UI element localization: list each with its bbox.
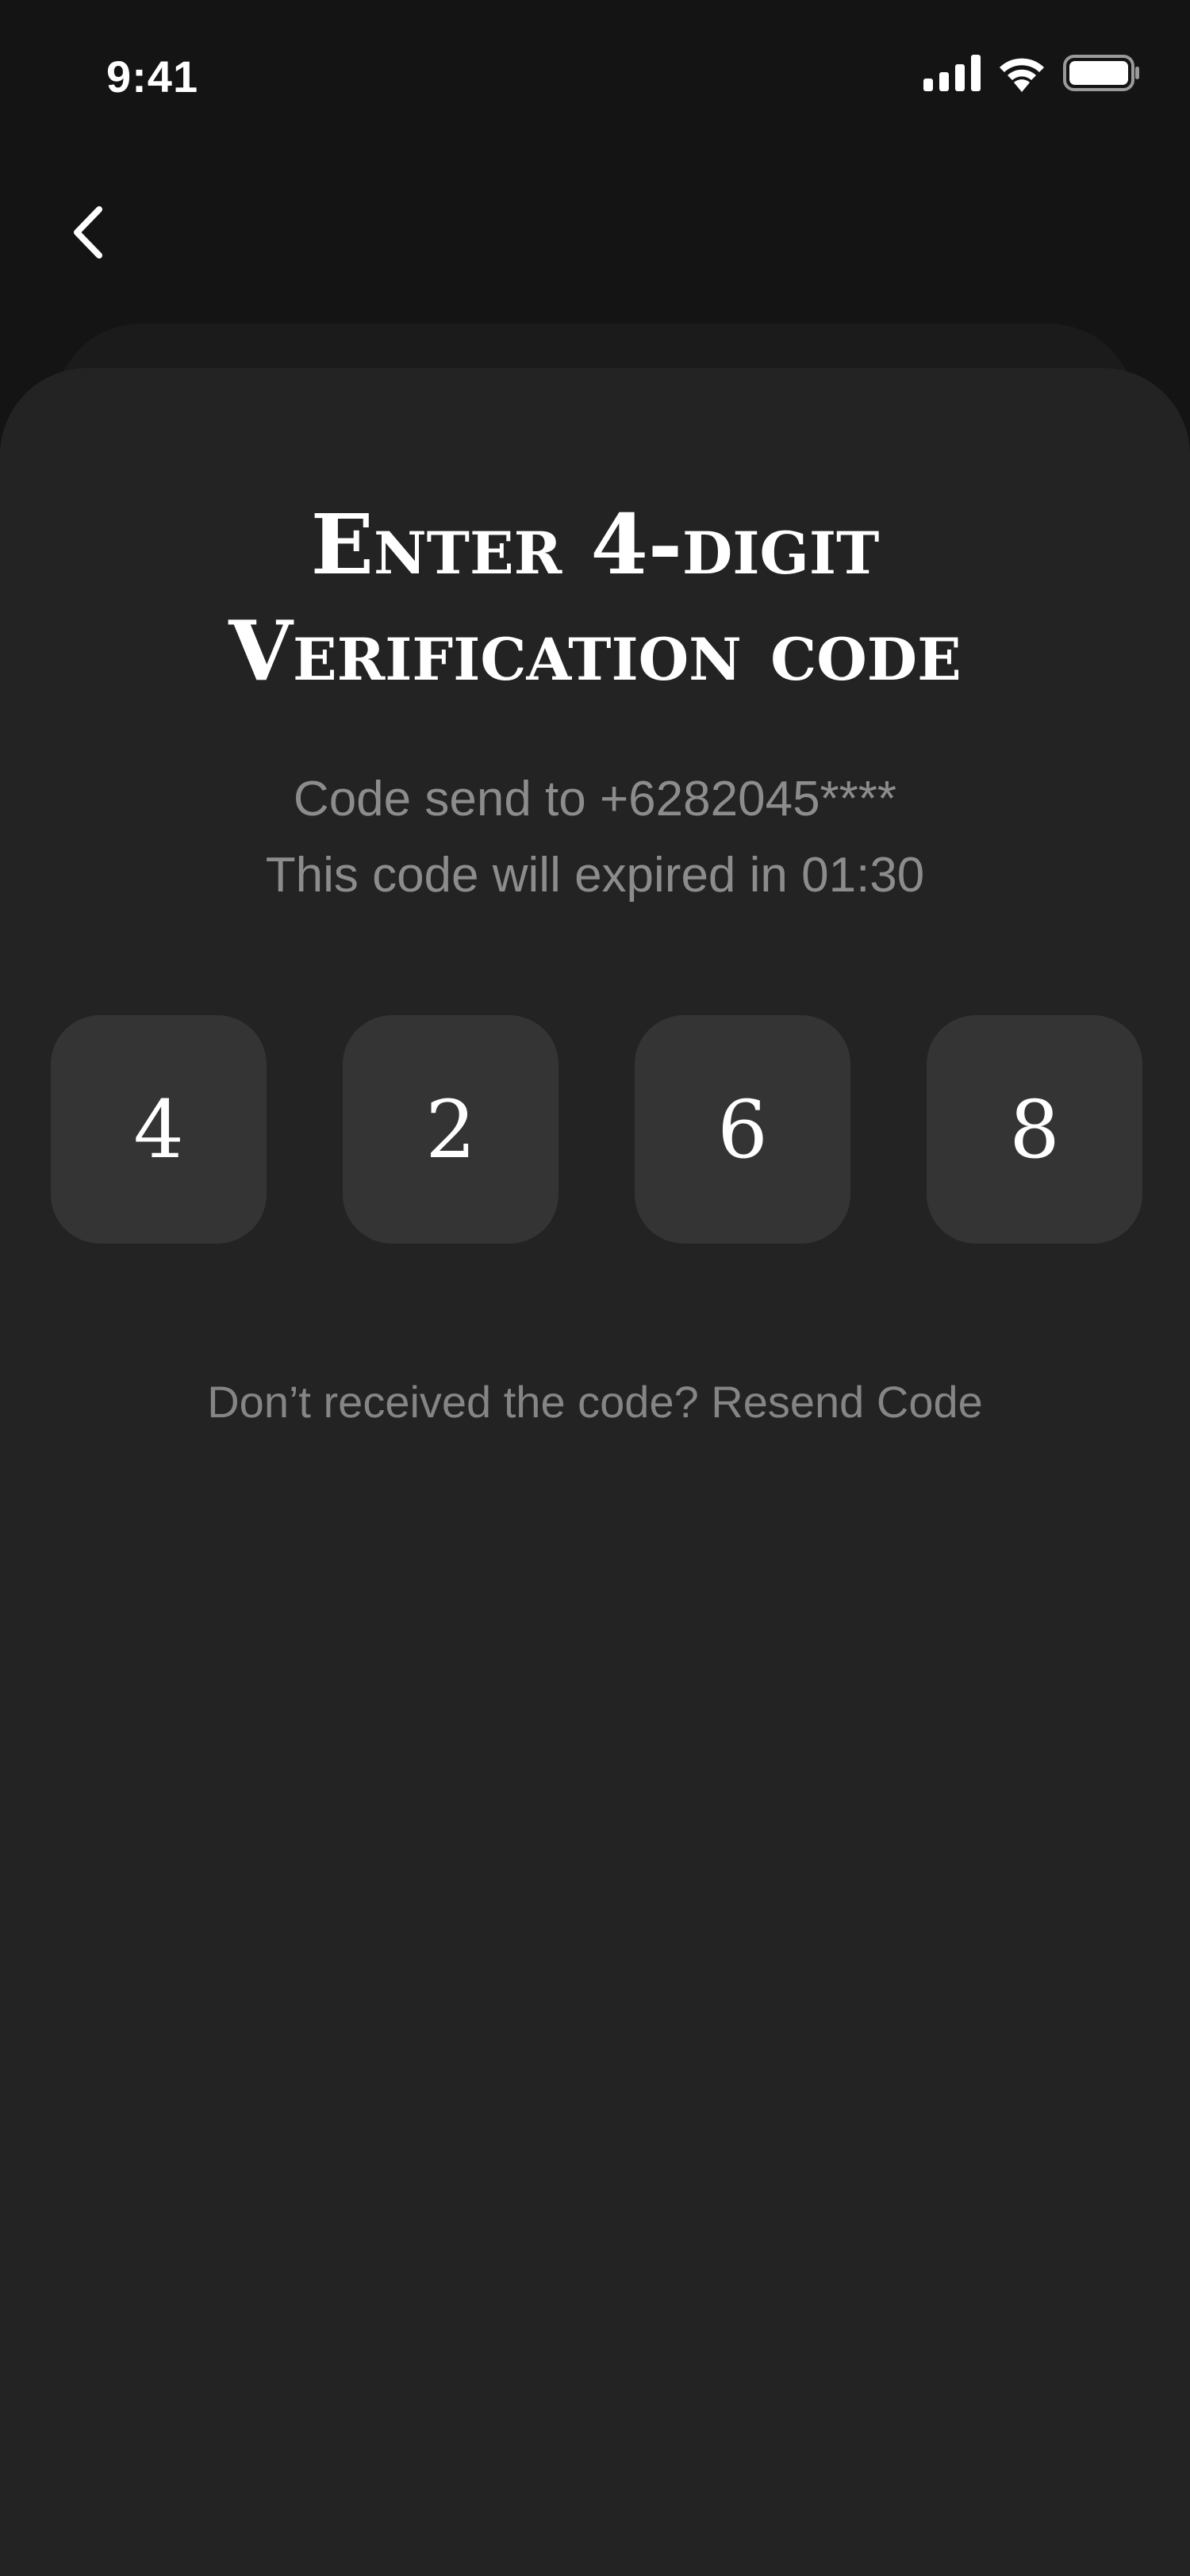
title-line-2: Verification code [228, 602, 962, 700]
code-digit-1[interactable]: 4 [51, 1015, 267, 1244]
signal-icon [923, 54, 981, 95]
status-bar: 9:41 [0, 0, 1190, 151]
code-digit-2[interactable]: 2 [343, 1015, 559, 1244]
resend-prompt: Don’t received the code? [207, 1377, 699, 1427]
code-input-row: 4 2 6 8 [51, 1015, 1142, 1244]
resend-row: Don’t received the code? Resend Code [0, 1372, 1190, 1432]
code-digit-3[interactable]: 6 [635, 1015, 850, 1244]
resend-code-link[interactable]: Resend Code [711, 1377, 982, 1427]
status-icons [923, 52, 1141, 97]
status-time: 9:41 [106, 52, 199, 102]
battery-icon [1063, 54, 1141, 95]
wifi-icon [996, 54, 1047, 96]
code-sent-text: Code send to +6282045**** [293, 772, 897, 826]
title-line-1: Enter 4-digit [310, 496, 880, 593]
page-title: Enter 4-digit Verification code [0, 492, 1190, 704]
code-digit-4[interactable]: 8 [927, 1015, 1142, 1244]
back-button[interactable] [60, 198, 116, 270]
expiry-text: This code will expired in 01:30 [265, 848, 925, 903]
chevron-left-icon [71, 205, 106, 264]
